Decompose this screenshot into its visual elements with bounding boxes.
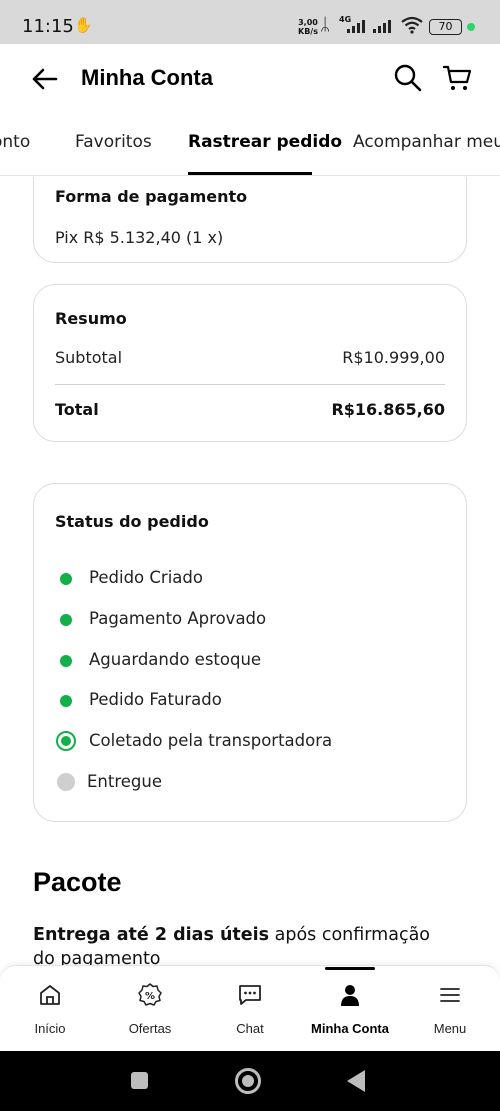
summary-title: Resumo bbox=[55, 309, 127, 328]
status-step-label: Pedido Criado bbox=[89, 568, 203, 587]
cart-icon[interactable] bbox=[441, 62, 473, 94]
back-triangle-icon[interactable] bbox=[347, 1070, 365, 1092]
delivery-deadline: Entrega até 2 dias úteis bbox=[33, 925, 270, 945]
tab-rastrear-pedido[interactable]: Rastrear pedido bbox=[188, 132, 342, 152]
nav-label: Início bbox=[34, 1021, 66, 1036]
bottom-navigation: Início % Ofertas Chat Minha Conta Menu bbox=[0, 965, 500, 1051]
payment-label: Forma de pagamento bbox=[55, 187, 248, 206]
status-done-icon bbox=[60, 573, 72, 585]
tab-partial[interactable]: onto bbox=[0, 132, 30, 152]
battery-indicator: 70 bbox=[429, 19, 462, 35]
summary-card: Resumo Subtotal R$10.999,00 Total R$16.8… bbox=[33, 284, 467, 442]
nav-inicio[interactable]: Início bbox=[0, 982, 100, 1044]
status-done-icon bbox=[60, 655, 72, 667]
nav-minha-conta[interactable]: Minha Conta bbox=[300, 982, 400, 1044]
summary-divider bbox=[55, 384, 445, 385]
active-nav-indicator bbox=[325, 967, 375, 970]
payment-card: Forma de pagamento Pix R$ 5.132,40 (1 x) bbox=[33, 177, 467, 263]
signal-icon bbox=[347, 20, 365, 33]
package-title: Pacote bbox=[33, 867, 122, 897]
status-step-2: Pagamento Aprovado bbox=[55, 608, 445, 634]
status-step-4: Pedido Faturado bbox=[55, 689, 445, 715]
status-step-label: Pagamento Aprovado bbox=[89, 609, 267, 628]
offers-icon: % bbox=[138, 983, 162, 1006]
status-title: Status do pedido bbox=[55, 512, 209, 531]
nav-label: Ofertas bbox=[128, 1021, 172, 1036]
app-header: Minha Conta bbox=[0, 44, 500, 114]
status-bar: 11:15 ✋ 3,00 KB/s ᛦ 4G 70 bbox=[0, 0, 500, 44]
status-done-icon bbox=[60, 695, 72, 707]
menu-icon bbox=[440, 988, 460, 1002]
home-button-icon[interactable] bbox=[235, 1068, 261, 1094]
recent-apps-icon[interactable] bbox=[131, 1072, 148, 1089]
back-arrow-icon[interactable] bbox=[28, 62, 62, 96]
status-step-5: Coletado pela transportadora bbox=[55, 730, 445, 756]
status-done-icon bbox=[60, 614, 72, 626]
wifi-icon bbox=[401, 16, 423, 34]
package-delivery-text: Entrega até 2 dias úteis após confirmaçã… bbox=[33, 923, 453, 967]
active-tab-indicator bbox=[188, 172, 312, 175]
search-icon[interactable] bbox=[392, 62, 424, 94]
tab-favoritos[interactable]: Favoritos bbox=[75, 132, 152, 152]
svg-text:%: % bbox=[145, 991, 155, 1002]
system-navigation-bar bbox=[0, 1051, 500, 1111]
status-pending-icon bbox=[57, 773, 75, 791]
status-step-label: Coletado pela transportadora bbox=[89, 731, 333, 750]
nav-label: Chat bbox=[236, 1021, 264, 1036]
status-time: 11:15 bbox=[22, 16, 74, 37]
nav-chat[interactable]: Chat bbox=[200, 982, 300, 1044]
status-step-label: Pedido Faturado bbox=[89, 690, 222, 709]
nav-label: Minha Conta bbox=[311, 1021, 389, 1036]
main-content[interactable]: Forma de pagamento Pix R$ 5.132,40 (1 x)… bbox=[0, 177, 500, 967]
status-step-label: Aguardando estoque bbox=[89, 650, 262, 669]
total-value: R$16.865,60 bbox=[331, 400, 445, 419]
person-icon bbox=[341, 985, 359, 1006]
bluetooth-icon: ᛦ bbox=[320, 15, 331, 35]
status-step-6: Entregue bbox=[55, 771, 445, 797]
status-current-icon bbox=[56, 731, 76, 751]
notification-icon: ✋ bbox=[74, 16, 93, 34]
network-speed: 3,00 KB/s bbox=[298, 18, 318, 36]
status-step-3: Aguardando estoque bbox=[55, 649, 445, 675]
page-title: Minha Conta bbox=[81, 65, 213, 90]
signal-icon-2 bbox=[373, 20, 391, 33]
total-label: Total bbox=[55, 400, 99, 419]
order-status-card: Status do pedido Pedido Criado Pagamento… bbox=[33, 483, 467, 822]
account-tabs: onto Favoritos Rastrear pedido Acompanha… bbox=[0, 114, 500, 176]
status-step-1: Pedido Criado bbox=[55, 567, 445, 593]
subtotal-label: Subtotal bbox=[55, 348, 123, 367]
tab-acompanhar[interactable]: Acompanhar meu r bbox=[353, 132, 500, 152]
payment-value: Pix R$ 5.132,40 (1 x) bbox=[55, 228, 224, 247]
nav-ofertas[interactable]: % Ofertas bbox=[100, 982, 200, 1044]
home-icon bbox=[40, 985, 60, 1005]
chat-icon bbox=[239, 985, 261, 1005]
nav-label: Menu bbox=[433, 1021, 467, 1036]
status-dot-icon bbox=[467, 23, 475, 31]
status-step-label: Entregue bbox=[87, 772, 163, 791]
nav-menu[interactable]: Menu bbox=[400, 982, 500, 1044]
subtotal-value: R$10.999,00 bbox=[342, 348, 445, 367]
